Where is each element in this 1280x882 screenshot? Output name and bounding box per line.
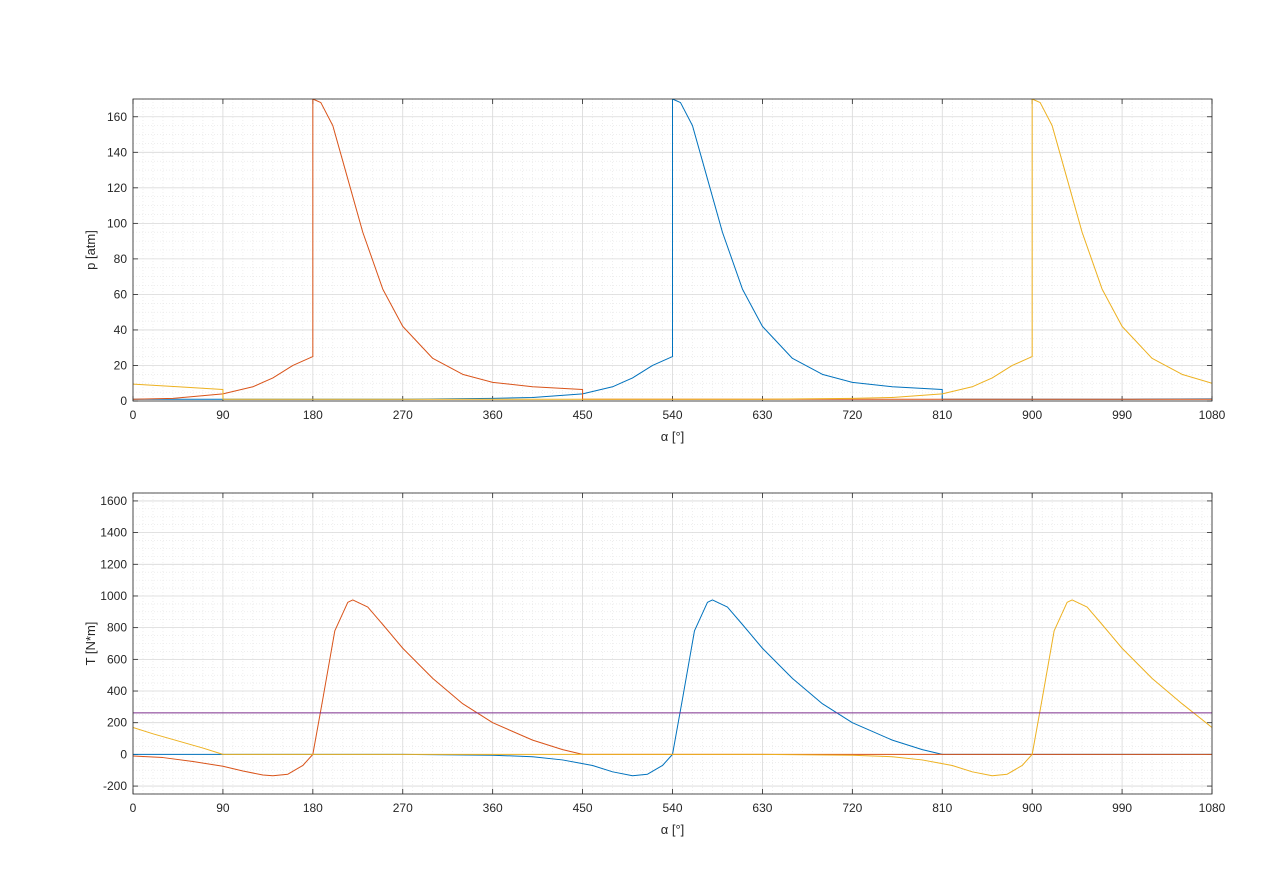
plot-2: 0 90 180 270 360 450 540 630 720 810 900 990 1080 -20…	[83, 492, 1226, 837]
x-tick-label: 90	[216, 801, 230, 815]
x-tick-label: 990	[1112, 801, 1132, 815]
y-tick-label: 0	[120, 394, 127, 408]
x-tick-label: 630	[752, 408, 772, 422]
y-tick-label: 1200	[100, 557, 127, 571]
y-axis-label: p [atm]	[83, 230, 98, 270]
y-tick-label: 200	[107, 716, 127, 730]
y-tick-label: 140	[107, 145, 127, 159]
y-tick-label: 40	[114, 323, 128, 337]
y-tick-label: 0	[120, 747, 127, 761]
x-tick-label: 810	[932, 801, 952, 815]
x-tick-label: 720	[842, 408, 862, 422]
figure: 0 90 180 270 360 450 540 630 720 810 900 990 1080 0 20…	[0, 0, 1280, 882]
y-tick-label: 160	[107, 110, 127, 124]
x-tick-label: 720	[842, 801, 862, 815]
x-tick-label: 180	[303, 801, 323, 815]
x-axis-label: α [°]	[661, 822, 685, 837]
plot-1: 0 90 180 270 360 450 540 630 720 810 900 990 1080 0 20…	[83, 98, 1226, 444]
y-tick-label: 120	[107, 181, 127, 195]
x-tick-label: 450	[573, 801, 593, 815]
y-tick-label: 1400	[100, 526, 127, 540]
x-tick-label: 180	[303, 408, 323, 422]
y-tick-label: 80	[114, 252, 128, 266]
x-tick-label: 540	[662, 408, 682, 422]
y-tick-label: -200	[103, 779, 127, 793]
x-tick-label: 900	[1022, 408, 1042, 422]
y-axis-label: T [N*m]	[83, 622, 98, 666]
y-tick-label: 60	[114, 287, 128, 301]
x-tick-label: 450	[573, 408, 593, 422]
x-tick-label: 540	[662, 801, 682, 815]
x-tick-label: 0	[130, 408, 137, 422]
y-tick-label: 1600	[100, 494, 127, 508]
y-tick-label: 800	[107, 621, 127, 635]
y-tick-label: 1000	[100, 589, 127, 603]
x-tick-label: 360	[483, 408, 503, 422]
chart-canvas: 0 90 180 270 360 450 540 630 720 810 900 990 1080020…	[83, 98, 1226, 837]
x-tick-label: 990	[1112, 408, 1132, 422]
x-tick-label: 0	[130, 801, 137, 815]
y-tick-label: 600	[107, 652, 127, 666]
x-tick-label: 810	[932, 408, 952, 422]
x-tick-label: 360	[483, 801, 503, 815]
x-tick-label: 1080	[1199, 801, 1226, 815]
x-tick-label: 1080	[1199, 408, 1226, 422]
x-tick-label: 630	[752, 801, 772, 815]
y-tick-label: 400	[107, 684, 127, 698]
x-axis-label: α [°]	[661, 429, 685, 444]
x-tick-label: 270	[393, 801, 413, 815]
x-tick-label: 900	[1022, 801, 1042, 815]
y-tick-label: 20	[114, 358, 128, 372]
x-tick-label: 90	[216, 408, 230, 422]
y-tick-label: 100	[107, 216, 127, 230]
x-tick-label: 270	[393, 408, 413, 422]
